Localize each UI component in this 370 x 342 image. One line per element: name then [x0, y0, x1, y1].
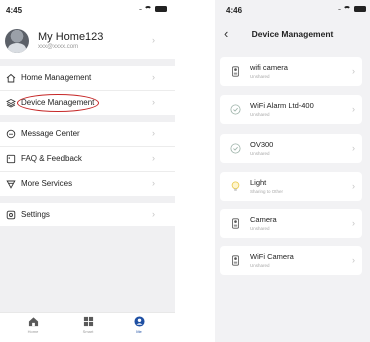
device-status: Unshared — [250, 112, 270, 117]
device-card-wifi-camera[interactable]: wifi camera Unshared › — [220, 57, 362, 86]
device-name: OV300 — [250, 140, 274, 149]
camera-device-icon — [230, 218, 241, 229]
faq-icon — [6, 154, 16, 164]
tab-home[interactable]: Home — [18, 316, 48, 334]
section-divider — [0, 59, 175, 66]
chevron-right-icon: › — [152, 178, 155, 188]
tab-bar: Home Smart Me — [0, 312, 175, 342]
layers-icon — [6, 98, 16, 108]
profile-row[interactable]: My Home123 xxx@xxxx.com › — [0, 24, 175, 64]
device-status: Unshared — [250, 263, 270, 268]
me-screen: 4:45 ..... My Home123 xxx@xxxx.com › Hom… — [0, 0, 175, 342]
device-name: WiFi Alarm Ltd-400 — [250, 101, 314, 110]
device-status: Unshared — [250, 74, 270, 79]
tab-smart[interactable]: Smart — [73, 316, 103, 334]
menu-item-faq-feedback[interactable]: FAQ & Feedback › — [0, 147, 175, 171]
status-bar: 4:45 ..... — [0, 0, 175, 22]
status-time: 4:46 — [226, 6, 243, 15]
menu-item-label: Home Management — [21, 73, 92, 82]
camera-device-icon — [230, 255, 241, 266]
chevron-right-icon: › — [152, 72, 155, 82]
profile-name: My Home123 — [38, 31, 104, 43]
signal-icon: ..... — [139, 6, 142, 12]
battery-icon — [354, 6, 366, 12]
section-divider — [0, 115, 175, 122]
menu-item-settings[interactable]: Settings › — [0, 203, 175, 227]
smart-tab-icon — [83, 316, 93, 327]
menu-item-more-services[interactable]: More Services › — [0, 172, 175, 196]
status-icons: ..... — [338, 6, 366, 12]
device-name: wifi camera — [250, 63, 288, 72]
chevron-right-icon: › — [152, 97, 155, 107]
status-bar: 4:46 ..... — [215, 0, 370, 22]
chevron-right-icon: › — [352, 66, 355, 76]
tab-label: Smart — [82, 329, 94, 334]
device-name: Light — [250, 178, 267, 187]
home-tab-icon — [28, 317, 38, 327]
camera-device-icon — [230, 66, 241, 77]
battery-icon — [155, 6, 167, 12]
page-title: Device Management — [251, 29, 334, 39]
chevron-right-icon: › — [152, 128, 155, 138]
signal-icon: ..... — [338, 6, 341, 12]
chevron-right-icon: › — [152, 35, 155, 45]
chevron-right-icon: › — [152, 153, 155, 163]
shield-device-icon — [230, 104, 241, 115]
chevron-right-icon: › — [152, 209, 155, 219]
menu-item-home-management[interactable]: Home Management › — [0, 66, 175, 90]
chevron-right-icon: › — [352, 255, 355, 265]
chevron-right-icon: › — [352, 143, 355, 153]
device-card-wifi-alarm[interactable]: WiFi Alarm Ltd-400 Unshared › — [220, 95, 362, 124]
device-management-screen: 4:46 ..... ‹ Device Management wifi came… — [215, 0, 370, 342]
menu-item-label: Message Center — [21, 129, 80, 138]
device-name: WiFi Camera — [250, 252, 294, 261]
highlight-annotation — [17, 94, 99, 112]
chevron-right-icon: › — [352, 181, 355, 191]
services-icon — [6, 179, 16, 189]
menu-item-label: Settings — [21, 210, 50, 219]
wifi-icon — [144, 6, 152, 12]
status-time: 4:45 — [6, 6, 23, 15]
device-card-wifi-camera-2[interactable]: WiFi Camera Unshared › — [220, 246, 362, 275]
tab-label: Me — [136, 329, 142, 334]
profile-email: xxx@xxxx.com — [38, 44, 79, 50]
shield-device-icon — [230, 143, 241, 154]
device-status: Unshared — [250, 226, 270, 231]
tab-me[interactable]: Me — [124, 316, 154, 334]
avatar — [5, 29, 29, 53]
settings-icon — [6, 210, 16, 220]
bulb-device-icon — [230, 181, 241, 192]
menu-item-label: FAQ & Feedback — [21, 154, 82, 163]
device-status: Unshared — [250, 151, 270, 156]
wifi-icon — [343, 6, 351, 12]
status-icons: ..... — [139, 6, 167, 12]
me-tab-icon — [133, 316, 145, 327]
empty-area — [0, 226, 175, 314]
device-card-ov300[interactable]: OV300 Unshared › — [220, 134, 362, 163]
device-name: Camera — [250, 215, 277, 224]
menu-item-message-center[interactable]: Message Center › — [0, 122, 175, 146]
section-divider — [0, 196, 175, 203]
chevron-right-icon: › — [352, 104, 355, 114]
menu-item-label: More Services — [21, 179, 73, 188]
device-card-camera[interactable]: Camera Unshared › — [220, 209, 362, 238]
home-icon — [6, 73, 16, 83]
device-status: Sharing to Other — [250, 189, 284, 194]
device-card-light[interactable]: Light Sharing to Other › — [220, 172, 362, 201]
chevron-right-icon: › — [352, 218, 355, 228]
tab-label: Home — [27, 329, 39, 334]
message-icon — [6, 129, 16, 139]
